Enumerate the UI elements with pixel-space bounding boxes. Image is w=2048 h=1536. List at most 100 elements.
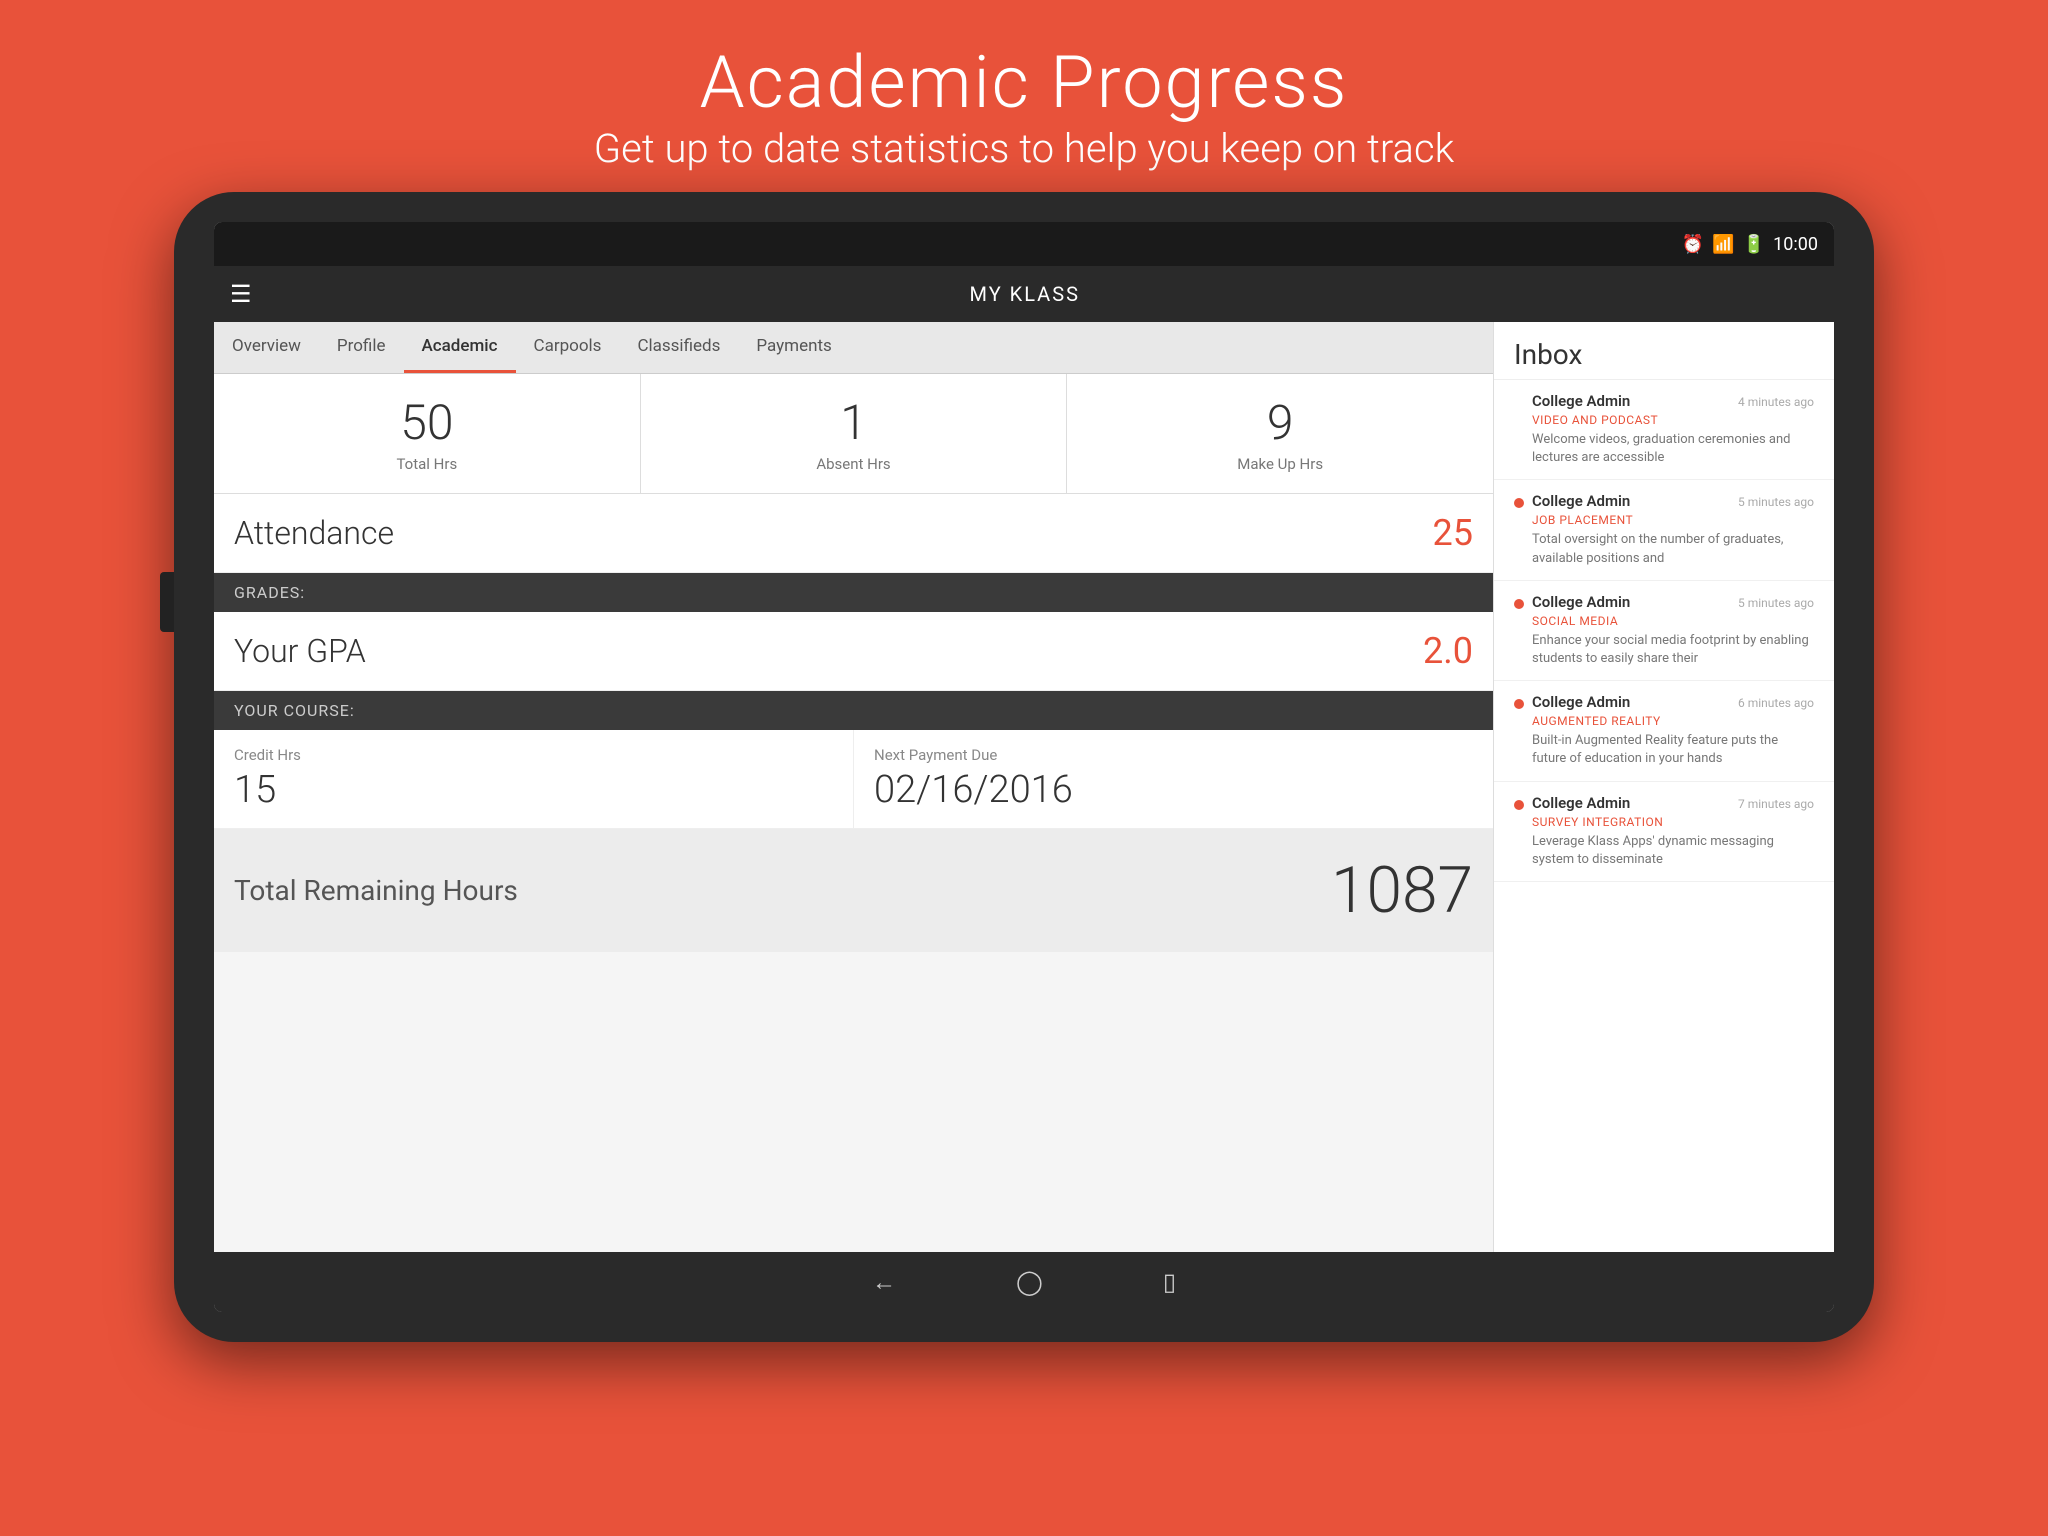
inbox-item-content: College Admin 7 minutes ago SURVEY INTEG… xyxy=(1532,794,1814,869)
grades-bar: GRADES: xyxy=(214,573,1493,612)
inbox-item[interactable]: College Admin 4 minutes ago VIDEO AND PO… xyxy=(1494,380,1834,480)
unread-indicator xyxy=(1514,699,1524,709)
inbox-item[interactable]: College Admin 6 minutes ago AUGMENTED RE… xyxy=(1494,681,1834,781)
inbox-item[interactable]: College Admin 7 minutes ago SURVEY INTEG… xyxy=(1494,782,1834,882)
inbox-preview: Leverage Klass Apps' dynamic messaging s… xyxy=(1532,833,1814,869)
makeup-hrs-stat: 9 Make Up Hrs xyxy=(1067,374,1493,493)
inbox-item-header: College Admin 5 minutes ago xyxy=(1532,492,1814,510)
inbox-subject: SOCIAL MEDIA xyxy=(1532,614,1814,628)
course-bar-label: YOUR COURSE: xyxy=(234,701,355,720)
inbox-item-header: College Admin 7 minutes ago xyxy=(1532,794,1814,812)
inbox-item-header: College Admin 5 minutes ago xyxy=(1532,593,1814,611)
content-area: Overview Profile Academic Carpools Class… xyxy=(214,322,1834,1252)
inbox-subject: SURVEY INTEGRATION xyxy=(1532,815,1814,829)
inbox-sender: College Admin xyxy=(1532,794,1630,812)
wifi-icon: 📶 xyxy=(1712,234,1734,255)
home-button[interactable]: ◯ xyxy=(1016,1268,1043,1296)
nav-tabs: Overview Profile Academic Carpools Class… xyxy=(214,322,1493,374)
inbox-time: 7 minutes ago xyxy=(1738,797,1814,811)
back-button[interactable]: ← xyxy=(872,1268,896,1297)
absent-hrs-label: Absent Hrs xyxy=(651,455,1057,473)
inbox-preview: Total oversight on the number of graduat… xyxy=(1532,531,1814,567)
inbox-item[interactable]: College Admin 5 minutes ago SOCIAL MEDIA… xyxy=(1494,581,1834,681)
course-row: Credit Hrs 15 Next Payment Due 02/16/201… xyxy=(214,730,1493,829)
battery-icon: 🔋 xyxy=(1743,234,1765,255)
next-payment-item: Next Payment Due 02/16/2016 xyxy=(853,730,1493,828)
inbox-list[interactable]: College Admin 4 minutes ago VIDEO AND PO… xyxy=(1494,380,1834,1252)
inbox-time: 6 minutes ago xyxy=(1738,696,1814,710)
tab-profile[interactable]: Profile xyxy=(319,322,404,373)
credit-hrs-value: 15 xyxy=(234,768,276,812)
inbox-subject: AUGMENTED REALITY xyxy=(1532,714,1814,728)
inbox-sender: College Admin xyxy=(1532,492,1630,510)
tablet-frame: ⏰ 📶 🔋 10:00 ☰ MY KLASS Overview Profile … xyxy=(174,192,1874,1342)
total-hrs-label: Total Hrs xyxy=(224,455,630,473)
inbox-item[interactable]: College Admin 5 minutes ago JOB PLACEMEN… xyxy=(1494,480,1834,580)
recents-button[interactable]: ▯ xyxy=(1163,1268,1176,1296)
makeup-hrs-value: 9 xyxy=(1077,394,1483,451)
unread-indicator xyxy=(1514,599,1524,609)
inbox-time: 5 minutes ago xyxy=(1738,495,1814,509)
tab-academic[interactable]: Academic xyxy=(404,322,516,373)
inbox-sender: College Admin xyxy=(1532,593,1630,611)
unread-indicator xyxy=(1514,498,1524,508)
inbox-title: Inbox xyxy=(1494,322,1834,380)
next-payment-label: Next Payment Due xyxy=(874,746,1473,764)
inbox-subject: VIDEO AND PODCAST xyxy=(1532,413,1814,427)
left-panel: Overview Profile Academic Carpools Class… xyxy=(214,322,1494,1252)
unread-indicator xyxy=(1514,800,1524,810)
tab-overview[interactable]: Overview xyxy=(214,322,319,373)
inbox-item-content: College Admin 5 minutes ago SOCIAL MEDIA… xyxy=(1532,593,1814,668)
grades-bar-label: GRADES: xyxy=(234,583,305,602)
gpa-row: Your GPA 2.0 xyxy=(214,612,1493,691)
attendance-row: Attendance 25 xyxy=(214,494,1493,573)
total-remaining-label: Total Remaining Hours xyxy=(234,874,518,907)
app-bar: ☰ MY KLASS xyxy=(214,266,1834,322)
inbox-item-content: College Admin 5 minutes ago JOB PLACEMEN… xyxy=(1532,492,1814,567)
inbox-sender: College Admin xyxy=(1532,392,1630,410)
tab-classifieds[interactable]: Classifieds xyxy=(619,322,738,373)
inbox-item-header: College Admin 6 minutes ago xyxy=(1532,693,1814,711)
tab-payments[interactable]: Payments xyxy=(738,322,849,373)
status-icons: ⏰ 📶 🔋 10:00 xyxy=(1682,234,1818,255)
inbox-time: 5 minutes ago xyxy=(1738,596,1814,610)
attendance-value: 25 xyxy=(1433,512,1473,554)
total-remaining-row: Total Remaining Hours 1087 xyxy=(214,829,1493,952)
inbox-item-content: College Admin 6 minutes ago AUGMENTED RE… xyxy=(1532,693,1814,768)
tab-carpools[interactable]: Carpools xyxy=(516,322,620,373)
credit-hrs-item: Credit Hrs 15 xyxy=(214,730,853,828)
makeup-hrs-label: Make Up Hrs xyxy=(1077,455,1483,473)
hamburger-menu-icon[interactable]: ☰ xyxy=(230,280,252,308)
next-payment-value: 02/16/2016 xyxy=(874,768,1073,812)
page-subtitle: Get up to date statistics to help you ke… xyxy=(594,125,1454,172)
page-header: Academic Progress Get up to date statist… xyxy=(594,0,1454,192)
inbox-sender: College Admin xyxy=(1532,693,1630,711)
gpa-label: Your GPA xyxy=(234,632,366,670)
tablet-screen: ⏰ 📶 🔋 10:00 ☰ MY KLASS Overview Profile … xyxy=(214,222,1834,1312)
bottom-nav: ← ◯ ▯ xyxy=(214,1252,1834,1312)
status-bar: ⏰ 📶 🔋 10:00 xyxy=(214,222,1834,266)
inbox-panel: Inbox College Admin 4 minutes ago VIDEO … xyxy=(1494,322,1834,1252)
credit-hrs-label: Credit Hrs xyxy=(234,746,833,764)
read-spacer xyxy=(1514,392,1524,467)
inbox-item-header: College Admin 4 minutes ago xyxy=(1532,392,1814,410)
inbox-preview: Enhance your social media footprint by e… xyxy=(1532,632,1814,668)
stats-row: 50 Total Hrs 1 Absent Hrs 9 Make Up Hrs xyxy=(214,374,1493,494)
course-bar: YOUR COURSE: xyxy=(214,691,1493,730)
gpa-value: 2.0 xyxy=(1423,630,1473,672)
page-title: Academic Progress xyxy=(594,40,1454,125)
absent-hrs-stat: 1 Absent Hrs xyxy=(641,374,1068,493)
absent-hrs-value: 1 xyxy=(651,394,1057,451)
inbox-time: 4 minutes ago xyxy=(1738,395,1814,409)
attendance-label: Attendance xyxy=(234,514,394,552)
inbox-item-content: College Admin 4 minutes ago VIDEO AND PO… xyxy=(1532,392,1814,467)
inbox-preview: Welcome videos, graduation ceremonies an… xyxy=(1532,431,1814,467)
total-hrs-stat: 50 Total Hrs xyxy=(214,374,641,493)
inbox-subject: JOB PLACEMENT xyxy=(1532,513,1814,527)
inbox-preview: Built-in Augmented Reality feature puts … xyxy=(1532,732,1814,768)
app-bar-title: MY KLASS xyxy=(272,282,1778,306)
total-remaining-value: 1087 xyxy=(1331,853,1473,928)
alarm-icon: ⏰ xyxy=(1682,234,1704,255)
total-hrs-value: 50 xyxy=(224,394,630,451)
time-display: 10:00 xyxy=(1773,234,1818,255)
